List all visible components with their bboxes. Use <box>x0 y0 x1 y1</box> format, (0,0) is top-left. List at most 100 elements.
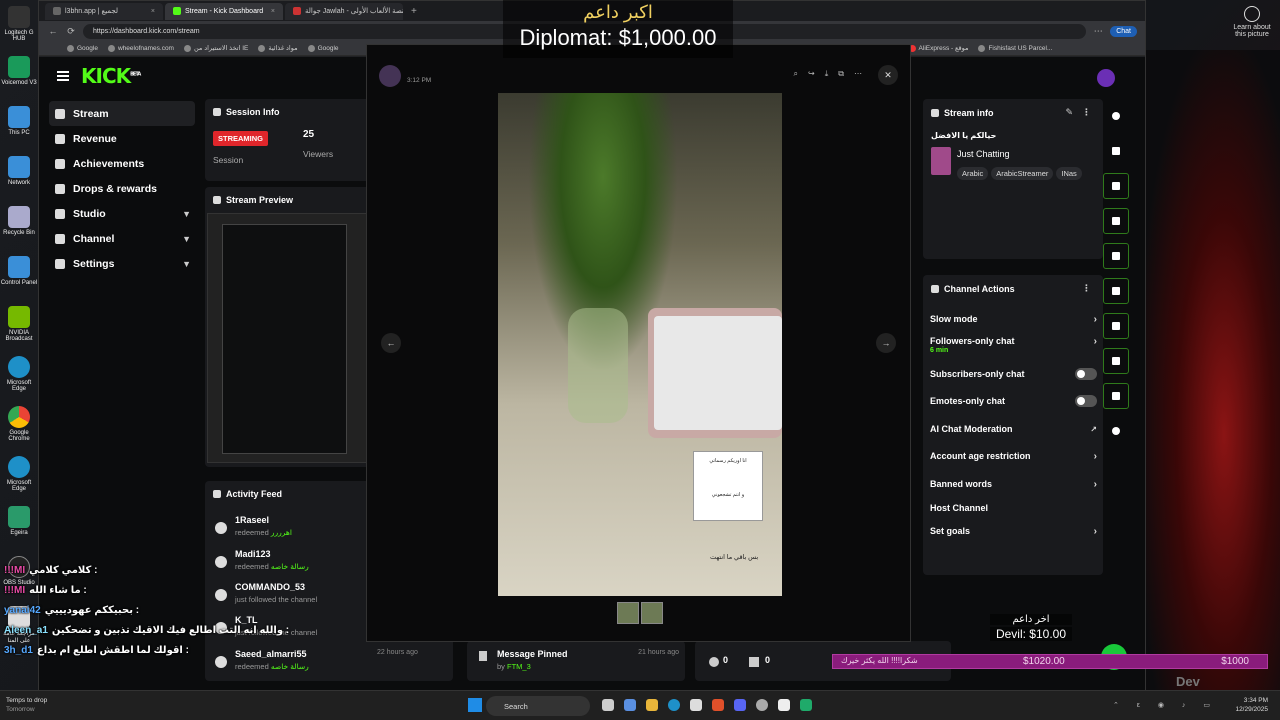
chevron-right-icon: › <box>1093 525 1097 537</box>
store-icon[interactable] <box>690 699 702 711</box>
settings-icon[interactable] <box>778 699 790 711</box>
desktop-icon[interactable]: NVIDIA Broadcast <box>0 300 38 350</box>
folder-icon[interactable] <box>646 699 658 711</box>
start-button[interactable] <box>468 698 482 712</box>
new-tab-button[interactable]: + <box>405 6 423 17</box>
nav-item-channel[interactable]: Channel ▼ <box>49 226 195 251</box>
host-channel-row[interactable]: Host Channel <box>930 497 1097 519</box>
edit-icon[interactable] <box>1103 138 1129 164</box>
subscribers-only-toggle[interactable] <box>1075 368 1097 380</box>
desktop-icon[interactable]: Recycle Bin <box>0 200 38 250</box>
bookmark[interactable]: اتخذ الاستيراد من IE <box>183 44 248 52</box>
more-icon[interactable]: ⋮ <box>1082 283 1095 294</box>
nav-item-revenue[interactable]: Revenue <box>49 126 195 151</box>
kick-logo[interactable]: KICKBETA <box>81 64 141 88</box>
session-label: Session <box>213 155 244 165</box>
nav-item-drops[interactable]: Drops & rewards <box>49 176 195 201</box>
refresh-icon[interactable]: ⟳ <box>65 26 77 37</box>
obs-icon[interactable] <box>756 699 768 711</box>
previous-arrow-icon[interactable]: ← <box>381 333 401 353</box>
desktop-icon[interactable]: Control Panel <box>0 250 38 300</box>
edge-icon[interactable] <box>668 699 680 711</box>
account-age-row[interactable]: Account age restriction › <box>930 445 1097 467</box>
logitech-icon <box>8 6 30 28</box>
clock[interactable]: 3:34 PM 12/29/2025 <box>1235 696 1268 714</box>
list-item[interactable]: Saeed_almarri55 redeemed رسالة خاصه 22 hou… <box>215 649 425 679</box>
shared-photo: انا اوريكم رسماتي و انتم تشجعوني بس باقي… <box>498 93 782 596</box>
tab[interactable]: l3bhn.app | لجميع × <box>45 2 163 20</box>
banned-words-row[interactable]: Banned words › <box>930 473 1097 495</box>
share-icon[interactable]: ↪ <box>808 69 815 79</box>
wrench-icon[interactable] <box>1103 383 1129 409</box>
document-icon[interactable] <box>1103 243 1129 269</box>
ai-moderation-row[interactable]: AI Chat Moderation ↗ <box>930 418 1097 440</box>
chat-message: 3h_d1 اقولك لما اطقش اطلع ام بداع : <box>4 644 189 656</box>
tag[interactable]: Arabic <box>957 167 989 180</box>
taskbar-search[interactable]: Search <box>486 696 590 716</box>
set-goals-row[interactable]: Set goals › <box>930 520 1097 542</box>
info-icon[interactable] <box>1103 103 1129 129</box>
nav-item-settings[interactable]: Settings ▼ <box>49 251 195 276</box>
desktop-icon[interactable]: Logitech G HUB <box>0 0 38 50</box>
desktop-icon[interactable]: Microsoft Edge <box>0 450 38 500</box>
back-icon[interactable]: ← <box>47 26 59 36</box>
close-tab-icon[interactable]: × <box>271 8 275 15</box>
bookmark[interactable]: Google <box>67 44 98 52</box>
task-view-icon[interactable] <box>602 699 614 711</box>
edit-icon[interactable]: ✎ <box>1065 107 1073 118</box>
desktop-icon[interactable]: Network <box>0 150 38 200</box>
tablet-drawing <box>648 308 782 438</box>
close-icon[interactable]: ✕ <box>878 65 898 85</box>
camera-icon[interactable] <box>1103 173 1129 199</box>
tag[interactable]: ArabicStreamer <box>991 167 1054 180</box>
nav-item-achievements[interactable]: Achievements <box>49 151 195 176</box>
bookmark[interactable]: Google <box>307 44 339 52</box>
desktop-icon[interactable]: This PC <box>0 100 38 150</box>
emotes-only-row[interactable]: Emotes-only chat <box>930 390 1097 412</box>
app-icon[interactable] <box>800 699 812 711</box>
channel-icon <box>931 284 939 293</box>
menu-icon[interactable] <box>57 71 69 81</box>
nav-item-studio[interactable]: Studio ▼ <box>49 201 195 226</box>
broadcast-icon[interactable] <box>1103 313 1129 339</box>
learn-about-picture[interactable]: Learn about this picture <box>1232 6 1272 38</box>
desktop-icon[interactable]: Google Chrome <box>0 400 38 450</box>
desktop-icon[interactable]: Microsoft Edge <box>0 350 38 400</box>
bookmark[interactable]: Fishisfast US Parcel... <box>978 44 1052 52</box>
next-arrow-icon[interactable]: → <box>876 333 896 353</box>
layers-icon[interactable] <box>1103 348 1129 374</box>
chat-button[interactable]: Chat <box>1110 25 1137 37</box>
category-name[interactable]: Just Chatting <box>957 149 1010 159</box>
bookmark[interactable]: AliExpress - موقع <box>908 44 968 52</box>
followers-only-row[interactable]: Followers-only chat › <box>930 330 1097 352</box>
avatar[interactable] <box>1097 69 1115 87</box>
open-external-icon[interactable]: ⧉ <box>838 69 844 79</box>
tag[interactable]: INas <box>1056 167 1082 180</box>
discord-icon[interactable] <box>734 699 746 711</box>
slow-mode-row[interactable]: Slow mode › <box>930 308 1097 330</box>
bookmark[interactable]: wheelofnames.com <box>107 44 174 52</box>
system-tray[interactable]: ⌃ ε ◉ ♪ ▭ <box>1113 701 1218 709</box>
download-icon[interactable]: ⤓ <box>825 69 829 79</box>
lightning-icon[interactable] <box>1103 208 1129 234</box>
nav-item-stream[interactable]: Stream <box>49 101 195 126</box>
more-icon[interactable]: ⋯ <box>854 69 862 79</box>
subscribers-only-row[interactable]: Subscribers-only chat <box>930 363 1097 385</box>
copilot-icon[interactable] <box>624 699 636 711</box>
thumbnail[interactable] <box>641 602 663 624</box>
desktop-icon[interactable]: Voicemod V3 <box>0 50 38 100</box>
brave-icon[interactable] <box>712 699 724 711</box>
users-icon[interactable] <box>1103 418 1129 444</box>
chat-icon[interactable] <box>1103 278 1129 304</box>
more-icon[interactable]: ⋮ <box>1078 107 1095 118</box>
tab[interactable]: جوالة Jawlah - منصة الألعاب الأولى× <box>285 2 403 20</box>
tab-active[interactable]: Stream - Kick Dashboard × <box>165 2 283 20</box>
desktop-icon[interactable]: Egeira <box>0 500 38 550</box>
emotes-only-toggle[interactable] <box>1075 395 1097 407</box>
bookmark[interactable]: مواد غذائية <box>258 44 298 52</box>
close-tab-icon[interactable]: × <box>151 8 155 15</box>
extensions-icon[interactable]: ⋯ <box>1092 26 1104 37</box>
thumbnail[interactable] <box>617 602 639 624</box>
zoom-icon[interactable]: ⌕ <box>794 69 798 79</box>
weather-widget[interactable]: Temps to drop Tomorrow <box>6 696 47 714</box>
